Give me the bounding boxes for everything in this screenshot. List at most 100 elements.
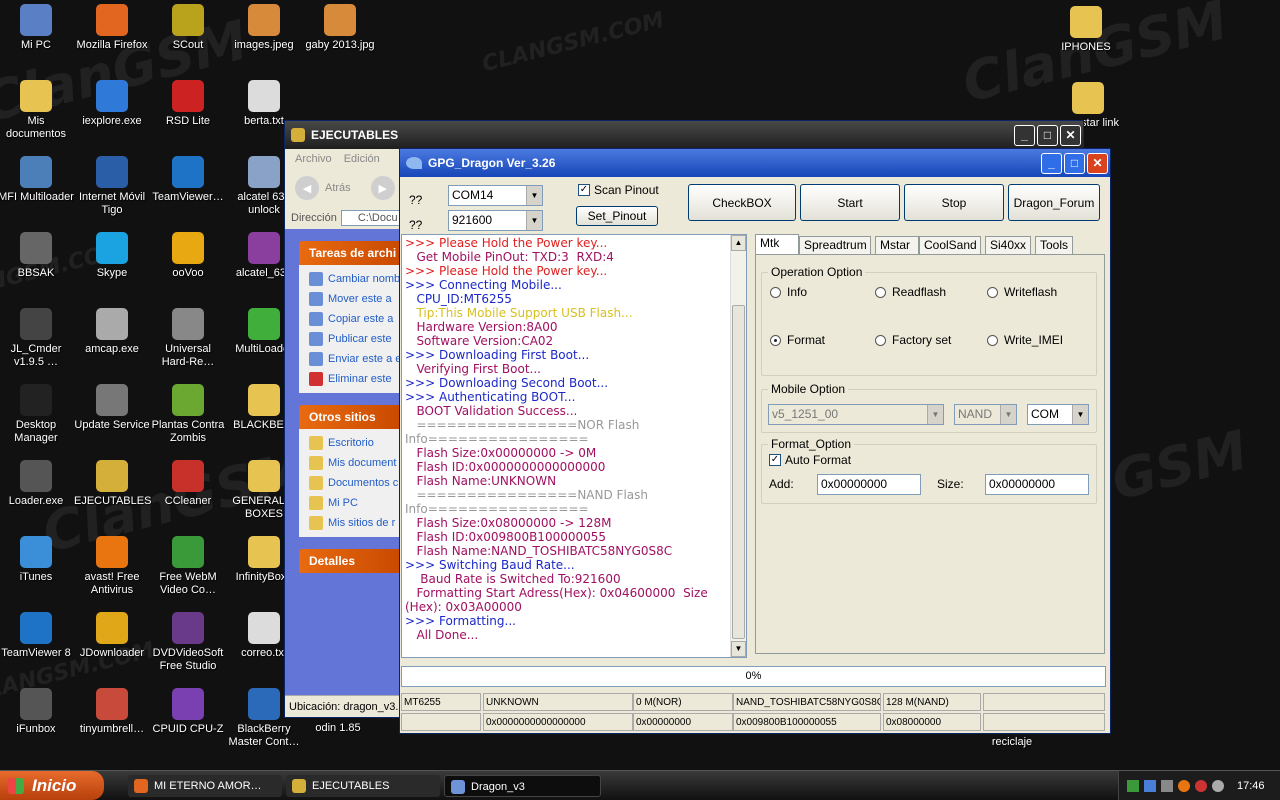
maximize-button[interactable]: □	[1064, 152, 1085, 174]
desktop-icon[interactable]: MFI Multiloader	[0, 156, 74, 204]
desktop-icon[interactable]: iFunbox	[0, 688, 74, 736]
back-arrow-icon[interactable]: ◀	[295, 176, 319, 200]
desktop-icon[interactable]: avast! Free Antivirus	[74, 536, 150, 597]
task-link[interactable]: Documentos c	[309, 473, 401, 493]
desktop-icon[interactable]: ooVoo	[150, 232, 226, 280]
radio-factory-set[interactable]: Factory set	[875, 333, 951, 347]
checkbox-box[interactable]: ✓	[578, 184, 590, 196]
tab-mstar[interactable]: Mstar	[875, 236, 919, 254]
close-button[interactable]: ✕	[1087, 152, 1108, 174]
task-link[interactable]: Copiar este a	[309, 309, 401, 329]
desktop-icon[interactable]: Plantas Contra Zombis	[150, 384, 226, 445]
explorer-titlebar[interactable]: EJECUTABLES _ □ ✕	[285, 121, 1083, 149]
desktop-icon[interactable]: RSD Lite	[150, 80, 226, 128]
task-link[interactable]: Publicar este	[309, 329, 401, 349]
desktop-icon[interactable]: CCleaner	[150, 460, 226, 508]
desktop-icon[interactable]: Desktop Manager	[0, 384, 74, 445]
radio-circle[interactable]	[875, 334, 886, 346]
model-select[interactable]: v5_1251_00 ▼	[768, 404, 944, 425]
set-pinout-button[interactable]: Set_Pinout	[576, 206, 658, 226]
scroll-down-icon[interactable]: ▼	[731, 641, 746, 657]
tab-coolsand[interactable]: CoolSand	[919, 236, 981, 254]
scan-pinout-checkbox[interactable]: ✓ Scan Pinout	[578, 183, 659, 197]
desktop-icon[interactable]: Mi PC	[0, 4, 74, 52]
start-button[interactable]: Inicio	[0, 771, 104, 800]
desktop-icon[interactable]: Mozilla Firefox	[74, 4, 150, 52]
avast-icon[interactable]	[1178, 779, 1190, 792]
start-button[interactable]: Start	[800, 184, 900, 221]
desktop-icon[interactable]: Update Service	[74, 384, 150, 432]
safely-remove-icon[interactable]	[1212, 779, 1224, 792]
minimize-button[interactable]: _	[1041, 152, 1062, 174]
task-link[interactable]: Enviar este a electrónico	[309, 349, 401, 369]
radio-circle[interactable]	[770, 286, 781, 298]
desktop-icon-odin[interactable]: odin 1.85	[300, 722, 376, 735]
add-address-input[interactable]: 0x00000000	[817, 474, 921, 495]
desktop-icon[interactable]: Mis documentos	[0, 80, 74, 141]
task-link[interactable]: Cambiar nomb	[309, 269, 401, 289]
desktop-icon-iphones[interactable]: IPHONES	[1048, 6, 1124, 54]
tab-mtk[interactable]: Mtk	[755, 234, 799, 254]
desktop-icon[interactable]: SCout	[150, 4, 226, 52]
checkbox-box[interactable]: ✓	[769, 454, 781, 466]
size-input[interactable]: 0x00000000	[985, 474, 1089, 495]
details-header[interactable]: Detalles	[299, 549, 401, 573]
checkbox-button[interactable]: CheckBOX	[688, 184, 796, 221]
desktop-icon[interactable]: Internet Móvil Tigo	[74, 156, 150, 217]
desktop-icon[interactable]: Skype	[74, 232, 150, 280]
taskbar-item-explorer[interactable]: EJECUTABLES	[286, 775, 440, 797]
desktop-icon[interactable]: tinyumbrell…	[74, 688, 150, 736]
radio-write-imei[interactable]: Write_IMEI	[987, 333, 1063, 347]
task-link[interactable]: Mis sitios de r	[309, 513, 401, 533]
desktop-icon[interactable]: Free WebM Video Co…	[150, 536, 226, 597]
tab-si40xx[interactable]: Si40xx	[985, 236, 1031, 254]
tab-spreadtrum[interactable]: Spreadtrum	[799, 236, 871, 254]
tasks-header[interactable]: Tareas de archi	[299, 241, 401, 265]
security-icon[interactable]	[1195, 779, 1207, 792]
chevron-down-icon[interactable]: ▼	[1072, 405, 1088, 424]
close-button[interactable]: ✕	[1060, 124, 1081, 146]
chevron-down-icon[interactable]: ▼	[1000, 405, 1016, 424]
desktop-icon[interactable]: amcap.exe	[74, 308, 150, 356]
scroll-up-icon[interactable]: ▲	[731, 235, 746, 251]
radio-circle[interactable]	[987, 334, 998, 346]
log-panel[interactable]: >>> Please Hold the Power key... Get Mob…	[401, 234, 747, 658]
radio-circle[interactable]	[770, 334, 781, 346]
log-scrollbar[interactable]: ▲ ▼	[730, 235, 746, 657]
tab-tools[interactable]: Tools	[1035, 236, 1073, 254]
forward-arrow-icon[interactable]: ▶	[370, 176, 395, 200]
desktop-icon[interactable]: BBSAK	[0, 232, 74, 280]
menu-archivo[interactable]: Archivo	[295, 153, 332, 165]
taskbar-item-firefox[interactable]: MI ETERNO AMOR…	[128, 775, 282, 797]
desktop-icon[interactable]: DVDVideoSoft Free Studio	[150, 612, 226, 673]
dragon-titlebar[interactable]: GPG_Dragon Ver_3.26 _ □ ✕	[400, 149, 1110, 177]
other-places-header[interactable]: Otros sitios	[299, 405, 401, 429]
chevron-down-icon[interactable]: ▼	[526, 211, 542, 230]
minimize-button[interactable]: _	[1014, 124, 1035, 146]
desktop-icon[interactable]: TeamViewer…	[150, 156, 226, 204]
address-input[interactable]: C:\Docu	[340, 210, 401, 226]
task-link[interactable]: Eliminar este	[309, 369, 401, 389]
desktop-icon[interactable]: JL_Cmder v1.9.5 …	[0, 308, 74, 369]
desktop-icon[interactable]: iexplore.exe	[74, 80, 150, 128]
clock[interactable]: 17:46	[1237, 780, 1265, 792]
flash-type-select[interactable]: NAND ▼	[954, 404, 1017, 425]
desktop-icon[interactable]: iTunes	[0, 536, 74, 584]
chevron-down-icon[interactable]: ▼	[526, 186, 542, 205]
desktop-icon[interactable]: EJECUTABLES	[74, 460, 151, 508]
menu-edicion[interactable]: Edición	[344, 153, 380, 165]
task-link[interactable]: Mi PC	[309, 493, 401, 513]
desktop-icon[interactable]: TeamViewer 8	[0, 612, 74, 660]
com-port-select[interactable]: COM14 ▼	[448, 185, 543, 206]
taskbar-item-dragon[interactable]: Dragon_v3	[444, 775, 601, 797]
task-link[interactable]: Mis document	[309, 453, 401, 473]
desktop-icon-recycle-bin[interactable]: reciclaje	[974, 736, 1050, 749]
wifi-icon[interactable]	[1144, 779, 1156, 792]
task-link[interactable]: Mover este a	[309, 289, 401, 309]
scroll-thumb[interactable]	[732, 305, 745, 639]
desktop-icon[interactable]: gaby 2013.jpg	[302, 4, 378, 52]
task-link[interactable]: Escritorio	[309, 433, 401, 453]
desktop-icon[interactable]: Loader.exe	[0, 460, 74, 508]
desktop-icon[interactable]: Universal Hard-Re…	[150, 308, 226, 369]
dragon-forum-button[interactable]: Dragon_Forum	[1008, 184, 1100, 221]
